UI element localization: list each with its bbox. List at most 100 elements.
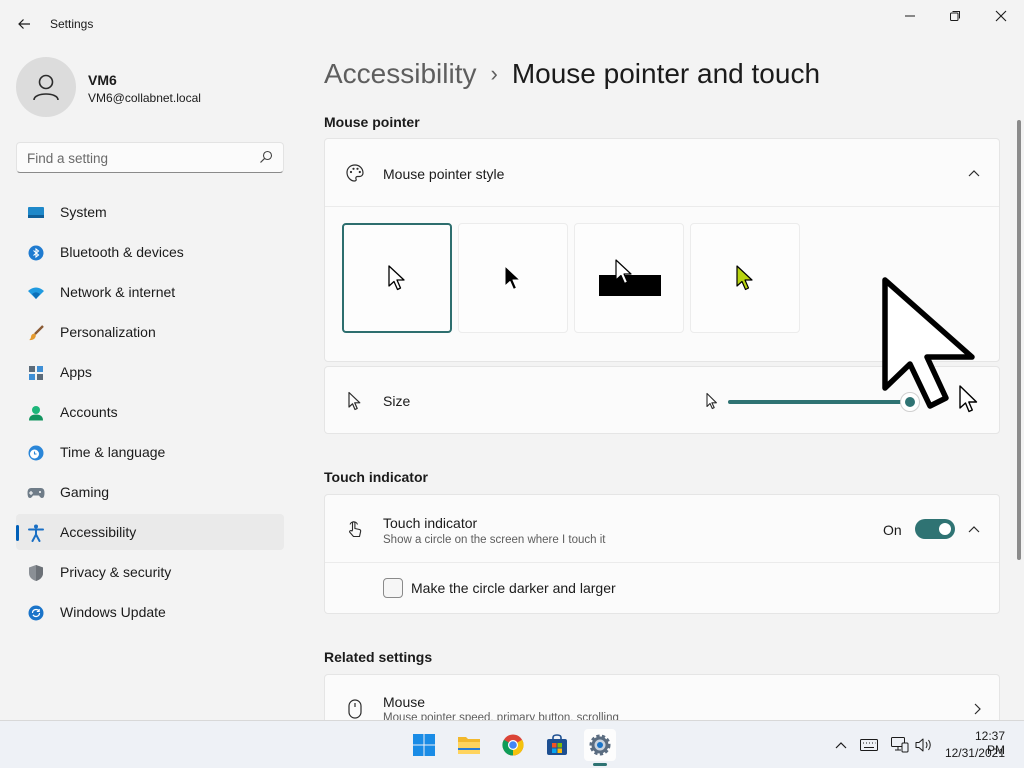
- chrome-icon: [502, 734, 524, 756]
- mouse-settings-link[interactable]: Mouse Mouse pointer speed, primary butto…: [324, 674, 1000, 720]
- taskbar: 12:37 PM 12/31/2021: [0, 720, 1024, 768]
- sidebar-item-accessibility[interactable]: Accessibility: [16, 514, 284, 550]
- title-bar: Settings: [0, 0, 1024, 48]
- custom-color-pointer-icon: [736, 265, 753, 291]
- breadcrumb-separator: ›: [490, 61, 498, 86]
- sidebar-item-gaming[interactable]: Gaming: [16, 474, 284, 510]
- volume-icon[interactable]: [915, 736, 933, 754]
- search-icon[interactable]: [259, 150, 273, 164]
- touch-indicator-card: Touch indicator Show a circle on the scr…: [324, 494, 1000, 614]
- system-icon: [27, 204, 45, 222]
- darker-circle-option[interactable]: Make the circle darker and larger: [325, 563, 999, 613]
- network-status-icon[interactable]: [891, 736, 909, 754]
- page-title: Mouse pointer and touch: [511, 58, 821, 89]
- close-button[interactable]: [978, 0, 1024, 32]
- touch-hand-icon: [345, 519, 365, 539]
- pointer-style-black[interactable]: [458, 223, 568, 333]
- minimize-button[interactable]: [887, 0, 933, 32]
- accessibility-icon: [27, 524, 45, 542]
- touch-indicator-header[interactable]: Touch indicator Show a circle on the scr…: [325, 495, 999, 563]
- sidebar-item-windows-update[interactable]: Windows Update: [16, 594, 284, 630]
- start-button[interactable]: [408, 729, 440, 761]
- pointer-icon: [345, 391, 365, 411]
- section-title-touch-indicator: Touch indicator: [324, 469, 428, 485]
- sidebar-item-label: Network & internet: [60, 284, 176, 300]
- large-mouse-cursor-icon: [882, 277, 975, 409]
- touch-indicator-toggle[interactable]: [915, 519, 955, 539]
- content-scrollbar[interactable]: [1017, 120, 1021, 560]
- keyboard-icon[interactable]: [860, 736, 878, 754]
- minimize-icon: [905, 15, 915, 17]
- sidebar-item-system[interactable]: System: [16, 194, 284, 230]
- store-icon: [547, 734, 567, 755]
- mouse-pointer-style-header[interactable]: Mouse pointer style: [325, 139, 999, 207]
- sidebar-item-privacy[interactable]: Privacy & security: [16, 554, 284, 590]
- close-icon: [995, 10, 1007, 22]
- chevron-up-icon[interactable]: [966, 521, 982, 537]
- maximize-button[interactable]: [932, 0, 978, 32]
- sidebar-item-label: Personalization: [60, 324, 156, 340]
- store-button[interactable]: [541, 729, 573, 761]
- mouse-link-description: Mouse pointer speed, primary button, scr…: [383, 712, 619, 720]
- sidebar-item-label: System: [60, 204, 107, 220]
- person-icon: [33, 74, 59, 101]
- apps-icon: [27, 364, 45, 382]
- palette-icon: [345, 163, 365, 183]
- gaming-icon: [27, 484, 45, 502]
- clock-date[interactable]: 12/31/2021: [943, 746, 1005, 760]
- mouse-link-label: Mouse: [383, 694, 426, 710]
- toggle-state-label: On: [883, 522, 902, 538]
- chevron-up-icon[interactable]: [966, 165, 982, 181]
- section-title-mouse-pointer: Mouse pointer: [324, 114, 420, 130]
- sidebar-item-label: Bluetooth & devices: [60, 244, 184, 260]
- sidebar-item-label: Gaming: [60, 484, 110, 500]
- avatar[interactable]: [16, 57, 76, 117]
- inverted-pointer-icon: [599, 259, 661, 296]
- network-icon: [27, 284, 45, 302]
- section-title-related-settings: Related settings: [324, 649, 433, 665]
- restore-icon: [950, 11, 960, 21]
- bluetooth-icon: [27, 244, 45, 262]
- pointer-style-white[interactable]: [342, 223, 452, 333]
- settings-icon: [589, 734, 611, 756]
- sidebar-item-label: Apps: [60, 364, 92, 380]
- sidebar-nav: System Bluetooth & devices Network & int…: [16, 194, 284, 634]
- sidebar-item-time-language[interactable]: Time & language: [16, 434, 284, 470]
- darker-circle-label: Make the circle darker and larger: [411, 580, 616, 596]
- settings-window: Settings VM6 VM6@collabnet.local System …: [0, 0, 1024, 720]
- sidebar-item-label: Accounts: [60, 404, 118, 420]
- size-label: Size: [383, 393, 411, 409]
- back-arrow-icon: [18, 19, 30, 29]
- touch-indicator-label: Touch indicator: [383, 515, 478, 531]
- active-indicator: [16, 525, 19, 541]
- sidebar-item-accounts[interactable]: Accounts: [16, 394, 284, 430]
- pointer-style-inverted[interactable]: [574, 223, 684, 333]
- settings-button[interactable]: [584, 729, 616, 761]
- user-email: VM6@collabnet.local: [88, 91, 201, 105]
- active-app-indicator: [593, 763, 607, 766]
- chevron-up-icon[interactable]: [832, 736, 850, 754]
- breadcrumb-parent[interactable]: Accessibility: [324, 58, 476, 89]
- sidebar-item-personalization[interactable]: Personalization: [16, 314, 284, 350]
- sidebar-item-apps[interactable]: Apps: [16, 354, 284, 390]
- time-language-icon: [27, 444, 45, 462]
- file-explorer-button[interactable]: [453, 729, 485, 761]
- start-icon: [413, 734, 435, 756]
- sidebar-item-network[interactable]: Network & internet: [16, 274, 284, 310]
- search-input[interactable]: [27, 149, 247, 167]
- sidebar-item-label: Time & language: [60, 444, 166, 460]
- app-title: Settings: [50, 17, 94, 31]
- file-explorer-icon: [458, 737, 480, 754]
- pointer-style-custom[interactable]: [690, 223, 800, 333]
- mouse-icon: [345, 699, 365, 719]
- back-button[interactable]: [10, 10, 38, 38]
- chrome-button[interactable]: [497, 729, 529, 761]
- shield-icon: [27, 564, 45, 582]
- sidebar-item-bluetooth[interactable]: Bluetooth & devices: [16, 234, 284, 270]
- user-name: VM6: [88, 72, 117, 88]
- small-pointer-icon: [705, 392, 719, 415]
- search-box[interactable]: [16, 142, 284, 173]
- sidebar-item-label: Accessibility: [60, 524, 137, 540]
- sidebar-item-label: Privacy & security: [60, 564, 172, 580]
- darker-circle-checkbox[interactable]: [383, 578, 403, 598]
